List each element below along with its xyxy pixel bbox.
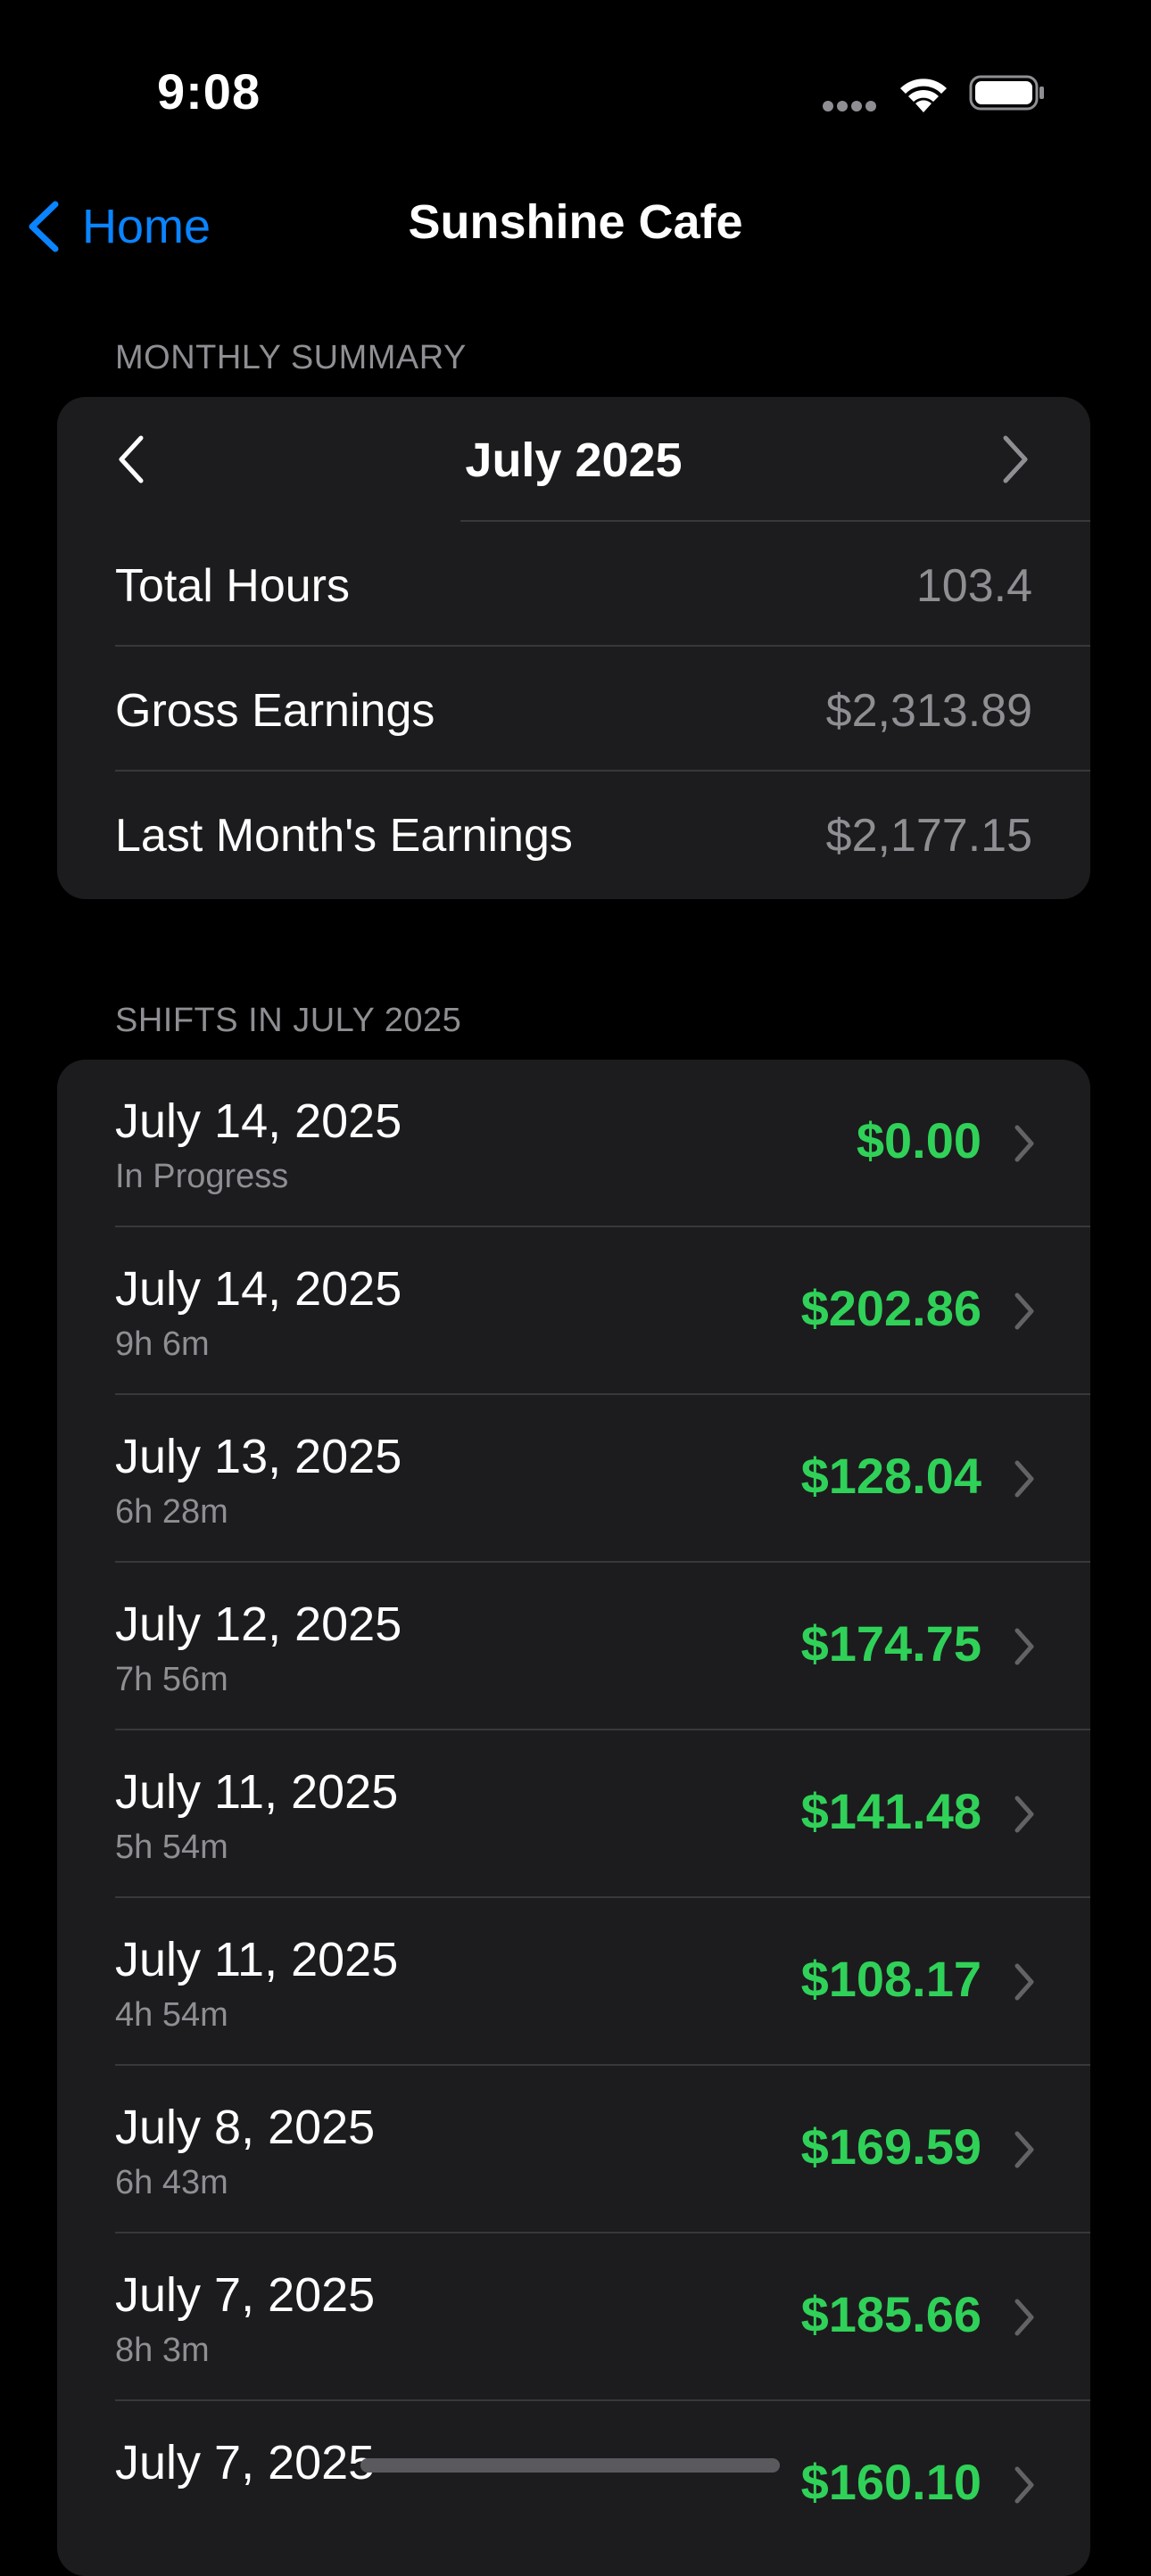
chevron-right-icon: [1014, 1292, 1034, 1330]
monthly-summary-header: MONTHLY SUMMARY: [115, 339, 467, 376]
shift-date: July 13, 2025: [115, 1430, 402, 1483]
month-selector: July 2025: [57, 397, 1090, 522]
next-month-button[interactable]: [998, 431, 1034, 488]
chevron-right-icon: [1014, 2466, 1034, 2504]
shift-duration: 7h 56m: [115, 1661, 228, 1698]
chevron-right-icon: [1014, 1628, 1034, 1665]
shift-amount: $141.48: [800, 1783, 981, 1839]
shift-row[interactable]: July 14, 2025 In Progress $0.00: [57, 1060, 1090, 1227]
shift-amount: $202.86: [800, 1280, 981, 1336]
shift-amount: $174.75: [800, 1615, 981, 1672]
shift-row[interactable]: July 7, 2025 8h 3m $185.66: [57, 2233, 1090, 2401]
shift-amount: $128.04: [800, 1448, 981, 1504]
shifts-header: SHIFTS IN JULY 2025: [115, 1002, 462, 1039]
shift-date: July 11, 2025: [115, 1933, 399, 1986]
chevron-right-icon: [1014, 1796, 1034, 1833]
shift-duration: 4h 54m: [115, 1996, 228, 2034]
shift-date: July 12, 2025: [115, 1598, 402, 1651]
cellular-signal-icon: [823, 100, 880, 112]
summary-value: $2,313.89: [825, 685, 1032, 737]
shift-amount: $169.59: [800, 2118, 981, 2175]
shift-amount: $185.66: [800, 2286, 981, 2342]
home-indicator[interactable]: [360, 2458, 780, 2473]
shift-duration: 8h 3m: [115, 2332, 210, 2369]
shift-duration: 6h 43m: [115, 2164, 228, 2201]
shift-row[interactable]: July 13, 2025 6h 28m $128.04: [57, 1395, 1090, 1563]
shift-row[interactable]: July 11, 2025 4h 54m $108.17: [57, 1898, 1090, 2066]
summary-label: Gross Earnings: [115, 685, 435, 737]
monthly-summary-card: July 2025 Total Hours 103.4 Gross Earnin…: [57, 397, 1090, 899]
chevron-right-icon: [1014, 1963, 1034, 2001]
shift-row[interactable]: July 7, 2025 $160.10: [57, 2401, 1090, 2569]
chevron-right-icon: [1014, 2131, 1034, 2168]
shift-row[interactable]: July 8, 2025 6h 43m $169.59: [57, 2066, 1090, 2233]
summary-row-total-hours: Total Hours 103.4: [57, 522, 1090, 647]
summary-label: Total Hours: [115, 560, 350, 612]
shift-amount: $0.00: [856, 1112, 981, 1168]
shift-duration: 5h 54m: [115, 1829, 228, 1866]
shift-duration: 6h 28m: [115, 1493, 228, 1531]
shift-date: July 14, 2025: [115, 1094, 402, 1148]
summary-label: Last Month's Earnings: [115, 810, 573, 862]
battery-icon: [969, 75, 1044, 111]
page-title: Sunshine Cafe: [408, 195, 743, 249]
summary-row-last-month-earnings: Last Month's Earnings $2,177.15: [57, 772, 1090, 896]
chevron-right-icon: [1014, 1125, 1034, 1162]
chevron-right-icon: [1014, 1460, 1034, 1498]
summary-row-gross-earnings: Gross Earnings $2,313.89: [57, 647, 1090, 772]
wifi-icon: [900, 78, 947, 112]
shift-date: July 7, 2025: [115, 2436, 376, 2489]
shift-duration: 9h 6m: [115, 1325, 210, 1363]
shift-date: July 14, 2025: [115, 1262, 402, 1316]
status-bar: 9:08: [0, 0, 1151, 178]
chevron-right-icon: [1014, 2299, 1034, 2336]
summary-value: $2,177.15: [825, 810, 1032, 862]
shift-amount: $108.17: [800, 1951, 981, 2007]
shift-amount: $160.10: [800, 2454, 981, 2510]
shift-row[interactable]: July 12, 2025 7h 56m $174.75: [57, 1563, 1090, 1730]
shift-row[interactable]: July 14, 2025 9h 6m $202.86: [57, 1227, 1090, 1395]
shift-date: July 11, 2025: [115, 1765, 399, 1819]
shift-status: In Progress: [115, 1158, 289, 1195]
shift-date: July 8, 2025: [115, 2101, 376, 2154]
status-time: 9:08: [157, 63, 261, 120]
shift-row[interactable]: July 11, 2025 5h 54m $141.48: [57, 1730, 1090, 1898]
shifts-list: July 14, 2025 In Progress $0.00 July 14,…: [57, 1060, 1090, 2576]
shift-date: July 7, 2025: [115, 2268, 376, 2322]
month-label: July 2025: [465, 433, 683, 487]
summary-value: 103.4: [915, 560, 1032, 612]
